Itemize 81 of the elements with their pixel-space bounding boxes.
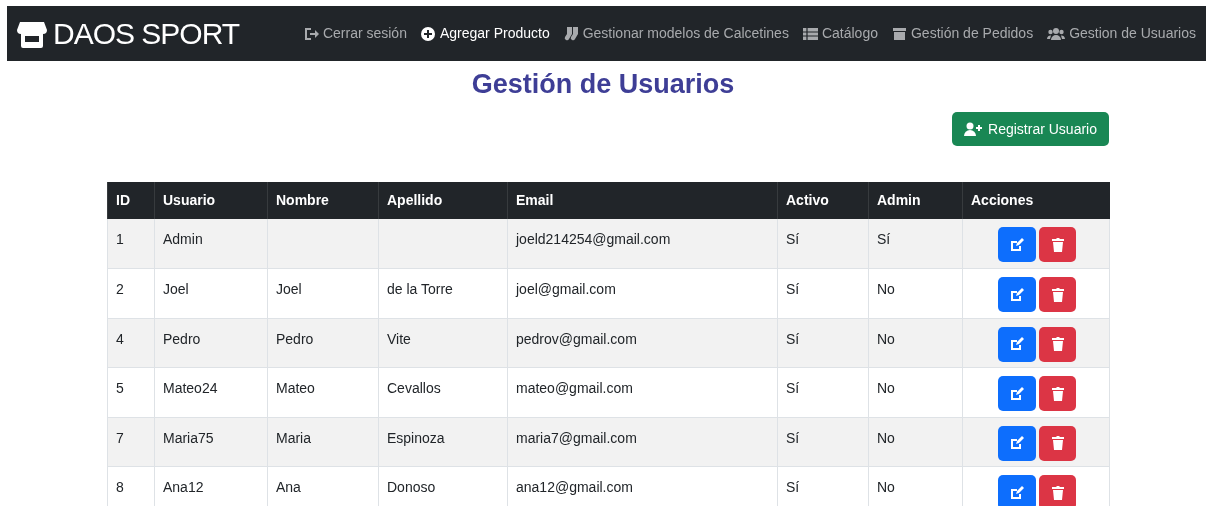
user-plus-icon — [964, 122, 985, 136]
table-cell: mateo@gmail.com — [516, 380, 633, 397]
table-cell: pedrov@gmail.com — [516, 330, 637, 347]
trash-icon — [1051, 287, 1064, 302]
nav-link[interactable]: Gestión de Pedidos — [891, 23, 1034, 44]
edit-icon — [1010, 485, 1024, 500]
nav-link[interactable]: Cerrar sesión — [303, 23, 407, 44]
table-cell: Mateo24 — [163, 380, 218, 397]
nav-link[interactable]: Catálogo — [802, 23, 878, 44]
table-cell: Sí — [786, 330, 800, 347]
table-cell: No — [877, 330, 895, 347]
edit-icon — [1010, 237, 1024, 252]
users-icon — [1047, 26, 1066, 41]
brand-logo[interactable]: DAOS SPORT — [53, 18, 240, 49]
register-user-button[interactable]: Registrar Usuario — [952, 112, 1109, 146]
edit-button[interactable] — [998, 376, 1036, 412]
table-cell: No — [877, 429, 895, 446]
table-cell: No — [877, 380, 895, 397]
table-cell: Sí — [877, 231, 891, 247]
edit-icon — [1010, 287, 1024, 302]
table-cell: 5 — [116, 380, 124, 397]
trash-icon — [1051, 436, 1064, 451]
table-cell: Maria75 — [163, 429, 214, 446]
list-icon — [802, 26, 818, 41]
edit-icon — [1010, 436, 1024, 451]
logout-icon — [303, 26, 319, 41]
table-cell: de la Torre — [387, 281, 453, 298]
table-cell: maria7@gmail.com — [516, 429, 637, 446]
delete-button[interactable] — [1039, 277, 1076, 313]
table-cell: No — [877, 281, 895, 298]
table-cell: 2 — [116, 281, 124, 298]
nav-link[interactable]: Gestionar modelos de Calcetines — [563, 23, 789, 44]
edit-button[interactable] — [998, 425, 1036, 461]
store-icon — [17, 19, 47, 48]
table-cell: Donoso — [387, 479, 436, 496]
edit-button[interactable] — [998, 326, 1036, 362]
table-cell: Mateo — [276, 380, 315, 397]
table-cell: Joel — [276, 281, 302, 298]
edit-button[interactable] — [998, 475, 1036, 506]
table-cell: Pedro — [163, 330, 201, 347]
table-cell: Joel — [163, 281, 189, 298]
box-icon — [891, 26, 907, 41]
delete-button[interactable] — [1039, 475, 1076, 506]
table-cell: Sí — [786, 231, 800, 247]
edit-button[interactable] — [998, 227, 1036, 262]
table-cell: Sí — [786, 429, 800, 446]
table-cell: Ana — [276, 479, 301, 496]
table-cell: joel@gmail.com — [516, 281, 616, 298]
table-cell: Sí — [786, 479, 800, 496]
table-cell: Admin — [163, 231, 203, 247]
trash-icon — [1051, 386, 1064, 401]
trash-icon — [1051, 337, 1064, 352]
table-cell: 4 — [116, 330, 124, 347]
socks-icon — [563, 26, 579, 41]
table-cell: Cevallos — [387, 380, 441, 397]
table-cell: Espinoza — [387, 429, 445, 446]
delete-button[interactable] — [1039, 376, 1076, 412]
delete-button[interactable] — [1039, 227, 1076, 262]
table-cell: ana12@gmail.com — [516, 479, 633, 496]
delete-button[interactable] — [1039, 326, 1076, 362]
nav-link[interactable]: Gestion de Usuarios — [1047, 23, 1196, 44]
table-cell: 8 — [116, 479, 124, 496]
table-cell: Maria — [276, 429, 311, 446]
edit-icon — [1010, 386, 1024, 401]
table-cell: Ana12 — [163, 479, 204, 496]
edit-button[interactable] — [998, 277, 1036, 313]
table-cell: 1 — [116, 231, 124, 247]
table-cell: Sí — [786, 380, 800, 397]
edit-icon — [1010, 337, 1024, 352]
plus-circle-icon — [420, 26, 436, 41]
table-cell: Sí — [786, 281, 800, 298]
page-title: Gestión de Usuarios — [470, 68, 736, 101]
trash-icon — [1051, 485, 1064, 500]
table-cell: 7 — [116, 429, 124, 446]
delete-button[interactable] — [1039, 425, 1076, 461]
table-cell: Pedro — [276, 330, 314, 347]
nav-link[interactable]: Agregar Producto — [420, 23, 550, 44]
table-cell: joeld214254@gmail.com — [516, 231, 671, 247]
table-cell: No — [877, 479, 895, 496]
table-cell: Vite — [387, 330, 411, 347]
trash-icon — [1051, 237, 1064, 252]
